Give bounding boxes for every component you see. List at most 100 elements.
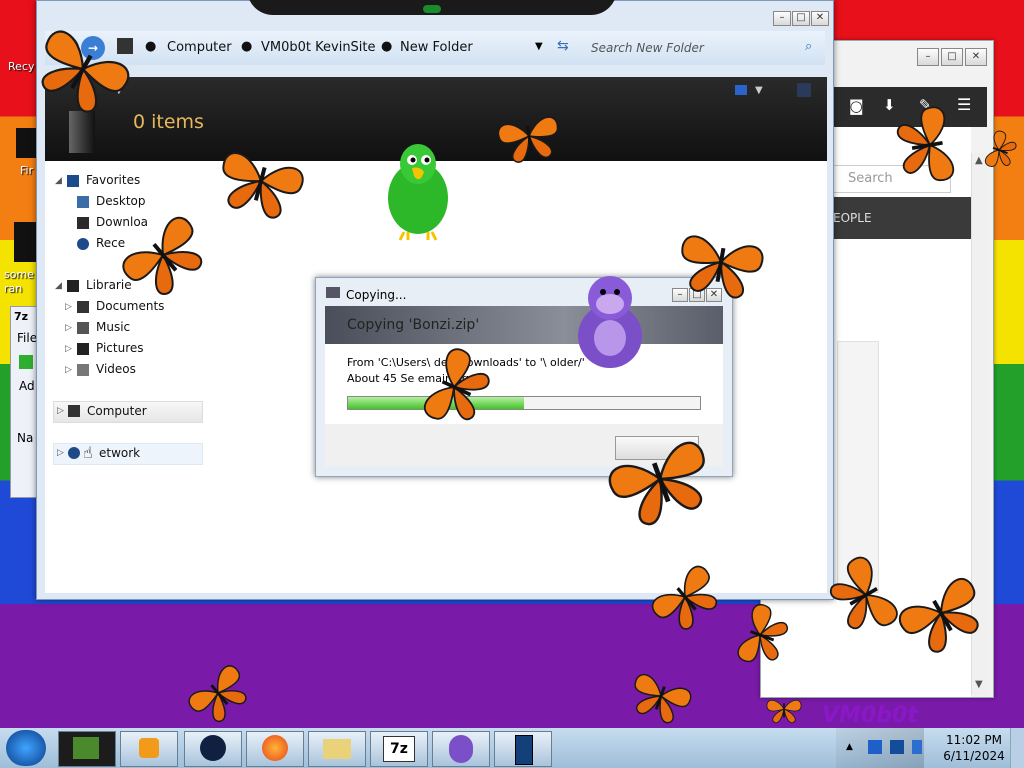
taskbar-clock[interactable]: 11:02 PM 6/11/2024 — [934, 732, 1014, 764]
desktop-icon — [77, 196, 89, 208]
expand-arrow-icon[interactable]: ◢ — [55, 281, 62, 291]
breadcrumb-computer[interactable]: Computer — [167, 40, 232, 55]
system-tray: ▲ — [836, 728, 924, 768]
pictures-icon — [77, 343, 89, 355]
nav-network[interactable]: ▷ etwork — [53, 443, 203, 465]
display-tray-icon[interactable] — [890, 740, 904, 754]
scroll-down-icon[interactable]: ▼ — [975, 679, 983, 690]
breadcrumb-new-folder[interactable]: New Folder — [400, 40, 473, 55]
dialog-title: Copying... — [346, 288, 407, 302]
taskbar-device[interactable] — [494, 731, 552, 767]
crumb-separator-icon: ● — [381, 39, 393, 54]
title-decoration — [247, 0, 617, 15]
butterfly-icon — [647, 561, 730, 641]
folder-icon — [323, 739, 351, 759]
collapse-arrow-icon[interactable]: ▷ — [65, 344, 72, 354]
bonzi-icon — [449, 735, 473, 763]
network-tray-icon[interactable] — [868, 740, 882, 754]
copy-icon — [326, 287, 340, 298]
start-button[interactable] — [6, 730, 46, 766]
item-count: 0 items — [133, 111, 204, 133]
nav-videos[interactable]: Videos — [96, 362, 136, 376]
collapse-arrow-icon[interactable]: ▷ — [65, 302, 72, 312]
nav-music[interactable]: Music — [96, 320, 130, 334]
butterfly-icon — [419, 343, 499, 435]
nav-favorites[interactable]: Favorites — [86, 173, 140, 187]
minimize-button[interactable]: – — [773, 11, 791, 26]
copy-header: Copying 'Bonzi.zip' — [325, 306, 723, 344]
logo-icon — [423, 5, 441, 13]
taskbar-folder[interactable] — [308, 731, 366, 767]
bonzi-gorilla-icon — [578, 276, 642, 368]
copy-progress-bar — [347, 396, 701, 410]
butterfly-icon — [624, 670, 695, 728]
desktop-icon-label: some ran — [4, 268, 34, 295]
search-input[interactable]: Search New Folder — [591, 37, 821, 59]
desktop-icon-label: Fir — [20, 164, 34, 177]
collapse-arrow-icon[interactable]: ▷ — [57, 448, 64, 458]
close-button[interactable]: ✕ — [965, 48, 987, 66]
nav-pictures[interactable]: Pictures — [96, 341, 144, 355]
nav-documents[interactable]: Documents — [96, 299, 164, 313]
recent-icon — [77, 238, 89, 250]
copy-header-text: Copying 'Bonzi.zip' — [347, 317, 480, 333]
crumb-separator-icon: ● — [145, 39, 157, 54]
seven-zip-icon: 7z — [383, 736, 415, 762]
star-icon — [67, 175, 79, 187]
search-placeholder: Search New Folder — [591, 41, 704, 55]
close-button[interactable]: ✕ — [811, 11, 829, 26]
nav-network-label: etwork — [99, 446, 141, 460]
nav-desktop[interactable]: Desktop — [96, 194, 146, 208]
firefox-icon — [262, 735, 288, 761]
music-icon — [77, 322, 89, 334]
clock-date: 6/11/2024 — [943, 749, 1005, 763]
videos-icon — [77, 364, 89, 376]
butterfly-icon — [893, 572, 995, 658]
minimize-button[interactable]: – — [917, 48, 939, 66]
add-icon[interactable] — [19, 355, 33, 369]
desktop-icon-file[interactable] — [14, 222, 36, 262]
collapse-arrow-icon[interactable]: ▷ — [65, 323, 72, 333]
butterfly-icon — [673, 232, 767, 304]
address-dropdown-icon[interactable]: ▼ — [535, 41, 543, 52]
taskbar-7zip[interactable]: 7z — [370, 731, 428, 767]
desktop-icon-firefox-shortcut[interactable] — [16, 128, 38, 158]
copy-body: From 'C:\Users\ den\Downloads' to '\ old… — [325, 344, 723, 424]
search-icon[interactable]: ⌕ — [805, 39, 812, 54]
seven-zip-title: 7z — [14, 310, 29, 323]
file-menu[interactable]: File — [17, 331, 37, 345]
taskbar-explorer[interactable] — [58, 731, 116, 767]
breadcrumb-site[interactable]: VM0b0t KevinSite — [261, 40, 376, 55]
view-dropdown-icon[interactable]: ▼ — [755, 85, 763, 96]
maximize-button[interactable]: □ — [792, 11, 810, 26]
hand-cursor-icon: ☝ — [83, 443, 93, 462]
butterfly-icon — [28, 24, 138, 114]
butterfly-icon — [734, 600, 794, 673]
refresh-icon[interactable]: ⇆ — [557, 38, 569, 54]
taskbar-app[interactable] — [184, 731, 242, 767]
nav-computer[interactable]: ▷ Computer — [53, 401, 203, 423]
butterfly-icon — [892, 103, 957, 189]
expand-arrow-icon[interactable]: ◢ — [55, 176, 62, 186]
explorer-icon — [73, 737, 99, 759]
butterfly-icon — [600, 424, 720, 534]
clock-time: 11:02 PM — [946, 733, 1002, 747]
show-desktop-button[interactable] — [1010, 728, 1024, 768]
network-icon — [68, 447, 80, 459]
volume-tray-icon[interactable] — [912, 740, 922, 754]
collapse-arrow-icon[interactable]: ▷ — [57, 406, 64, 416]
pocket-icon[interactable]: ◙ — [849, 97, 864, 115]
taskbar-media-player[interactable] — [120, 731, 178, 767]
device-icon — [515, 735, 533, 765]
folder-large-icon — [69, 111, 95, 153]
preview-pane-icon[interactable] — [797, 83, 811, 97]
maximize-button[interactable]: □ — [941, 48, 963, 66]
name-column-header[interactable]: Na — [17, 431, 33, 445]
collapse-arrow-icon[interactable]: ▷ — [65, 365, 72, 375]
taskbar-bonzi[interactable] — [432, 731, 490, 767]
app-icon — [200, 735, 226, 761]
taskbar-firefox[interactable] — [246, 731, 304, 767]
tray-expand-icon[interactable]: ▲ — [846, 742, 853, 752]
view-icon[interactable] — [735, 85, 747, 95]
address-bar: ← → ● Computer ● VM0b0t KevinSite ● New … — [45, 31, 825, 65]
